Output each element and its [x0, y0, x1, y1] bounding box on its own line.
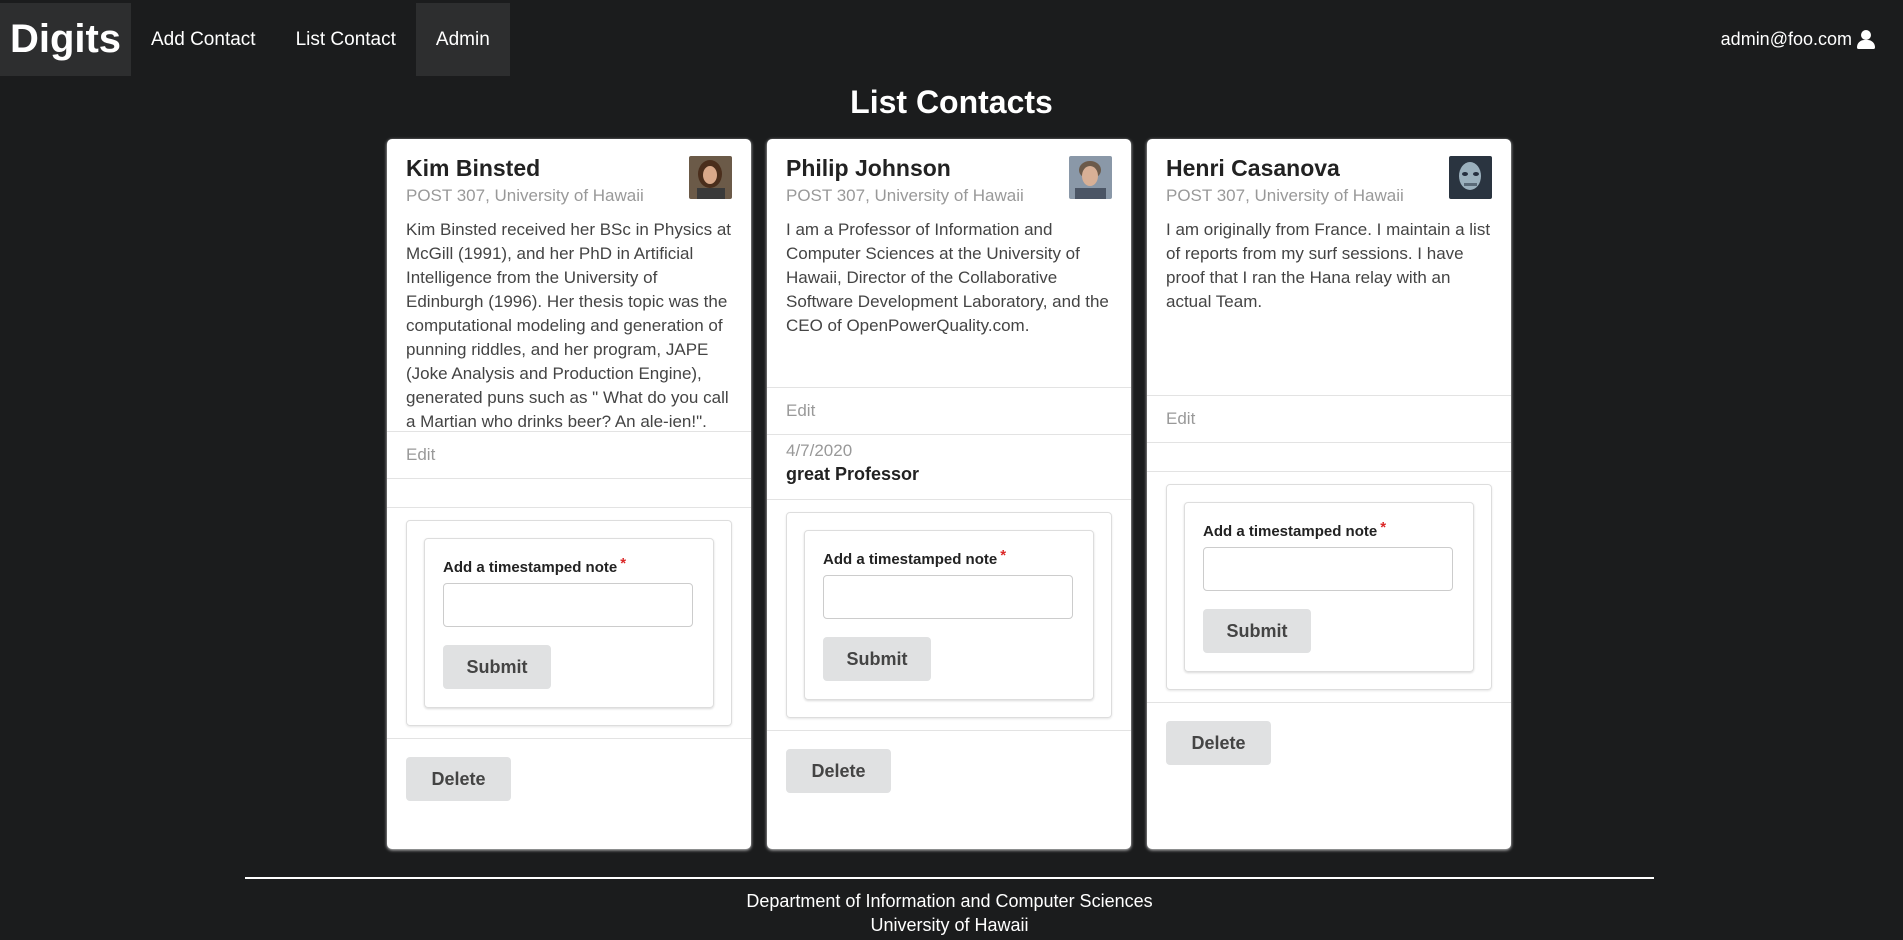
footer-university: University of Hawaii [870, 915, 1029, 935]
notes-list: 4/7/2020 great Professor [767, 434, 1131, 499]
menu-item-add-contact[interactable]: Add Contact [131, 3, 276, 76]
submit-button[interactable]: Submit [823, 637, 931, 681]
submit-button[interactable]: Submit [443, 645, 551, 689]
contact-name: Philip Johnson [786, 155, 951, 181]
edit-link[interactable]: Edit [1147, 396, 1511, 442]
contact-description: I am a Professor of Information and Comp… [786, 220, 1109, 335]
brand-logo[interactable]: Digits [0, 3, 131, 76]
user-dropdown[interactable]: admin@foo.com [1721, 3, 1876, 76]
page-title: List Contacts [850, 84, 1053, 120]
edit-link[interactable]: Edit [767, 388, 1131, 434]
footer: Department of Information and Computer S… [245, 877, 1654, 937]
note-input[interactable] [443, 583, 693, 627]
contact-address: POST 307, University of Hawaii [1166, 186, 1404, 205]
notes-list [387, 478, 751, 507]
contact-name: Kim Binsted [406, 155, 541, 181]
menu-item-admin[interactable]: Admin [415, 3, 510, 76]
note-field-label: Add a timestamped note [823, 551, 998, 568]
top-menu: Digits Add Contact List Contact Admin ad… [0, 3, 1903, 76]
avatar [689, 156, 732, 199]
contact-card: Henri Casanova POST 307, University of H… [1147, 139, 1511, 849]
note-field-label: Add a timestamped note [1203, 523, 1378, 540]
notes-list [1147, 442, 1511, 471]
note-input[interactable] [1203, 547, 1453, 591]
note-field-label: Add a timestamped note [443, 559, 618, 576]
delete-button[interactable]: Delete [1166, 721, 1271, 765]
contact-description: I am originally from France. I maintain … [1166, 220, 1491, 311]
note-input[interactable] [823, 575, 1073, 619]
footer-department: Department of Information and Computer S… [746, 891, 1153, 911]
add-note-form: Add a timestamped note * Submit [786, 512, 1112, 718]
avatar [1069, 156, 1112, 199]
delete-button[interactable]: Delete [406, 757, 511, 801]
contact-address: POST 307, University of Hawaii [406, 186, 644, 205]
menu-item-list-contact[interactable]: List Contact [276, 3, 416, 76]
user-email: admin@foo.com [1720, 29, 1852, 49]
contact-card: Philip Johnson POST 307, University of H… [767, 139, 1131, 849]
user-icon [1856, 29, 1876, 50]
add-note-form: Add a timestamped note * Submit [406, 520, 732, 726]
contact-card: Kim Binsted POST 307, University of Hawa… [387, 139, 751, 849]
contact-description: Kim Binsted received her BSc in Physics … [406, 220, 732, 431]
note-date: 4/7/2020 [786, 441, 853, 460]
note-text: great Professor [786, 464, 920, 484]
contact-name: Henri Casanova [1166, 155, 1340, 181]
contact-address: POST 307, University of Hawaii [786, 186, 1024, 205]
edit-link[interactable]: Edit [387, 432, 751, 478]
submit-button[interactable]: Submit [1203, 609, 1311, 653]
add-note-form: Add a timestamped note * Submit [1166, 484, 1492, 690]
avatar [1449, 156, 1492, 199]
delete-button[interactable]: Delete [786, 749, 891, 793]
